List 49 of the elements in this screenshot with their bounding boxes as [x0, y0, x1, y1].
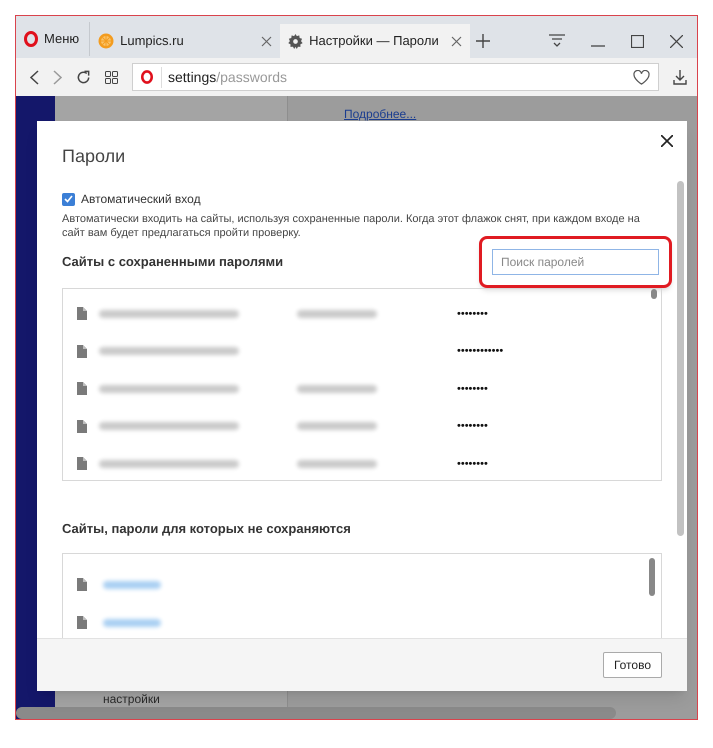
description-text: Автоматически входить на сайты, используя сохраненные пароли. Когда этот флажок снят, при каждом входе на сайт вам будет предлагаться пройти проверку.	[62, 212, 641, 240]
password-row[interactable]: ••••••••••••	[63, 332, 661, 370]
document-icon	[77, 382, 87, 396]
tab-title: Lumpics.ru	[120, 32, 185, 50]
fruit-slice-icon	[98, 33, 114, 49]
opera-logo-icon	[24, 31, 38, 47]
plus-icon[interactable]	[476, 34, 490, 48]
opera-logo-icon	[141, 70, 153, 84]
gear-icon	[288, 34, 304, 48]
blurred-text-drawing	[103, 618, 161, 626]
grid-icon[interactable]	[105, 70, 118, 84]
document-icon	[77, 420, 87, 433]
menu-button[interactable]: Меню	[24, 22, 90, 56]
document-icon	[77, 344, 87, 358]
browser-tab[interactable]: Настройки — Пароли	[280, 24, 470, 58]
sidebar-text: настройки	[103, 692, 161, 706]
document-icon	[77, 307, 87, 320]
dialog-title: Пароли	[62, 145, 126, 168]
search-field[interactable]: Поиск паролей	[492, 249, 659, 275]
back-icon[interactable]	[30, 70, 39, 84]
password-text: ••••••••••••	[457, 344, 504, 359]
list-scrollbar	[649, 558, 655, 596]
forward-icon[interactable]	[53, 70, 62, 84]
password-text: ••••••••	[457, 456, 488, 472]
address-text: settings/passwords	[161, 66, 288, 88]
tab-menu-icon[interactable]	[549, 34, 565, 48]
section-heading: Сайты с сохраненными паролями	[62, 253, 284, 272]
blurred-text-drawing	[103, 580, 161, 588]
heart-icon[interactable]	[633, 70, 650, 84]
close-icon[interactable]	[661, 135, 673, 147]
document-icon	[77, 457, 87, 470]
document-icon	[77, 616, 87, 629]
check-icon	[64, 195, 73, 203]
password-text: ••••••••	[457, 382, 488, 396]
address-field[interactable]: settings/passwords	[132, 63, 659, 91]
checkbox-label: Автоматический вход	[81, 191, 201, 208]
reload-icon[interactable]	[76, 70, 91, 84]
password-text: ••••••••	[457, 419, 488, 434]
checkbox[interactable]	[62, 192, 75, 206]
browser-tab[interactable]: Lumpics.ru	[90, 24, 280, 58]
section-heading: Сайты, пароли для которых не сохраняются	[62, 520, 352, 538]
password-text: ••••••••	[457, 306, 488, 322]
close-icon[interactable]	[670, 34, 683, 48]
list-scrollbar	[651, 289, 657, 299]
document-icon	[77, 578, 87, 591]
download-icon[interactable]	[673, 70, 687, 84]
tab-title: Настройки — Пароли	[309, 32, 440, 50]
maximize-icon[interactable]	[631, 34, 644, 48]
done-button[interactable]: Готово	[602, 652, 662, 678]
